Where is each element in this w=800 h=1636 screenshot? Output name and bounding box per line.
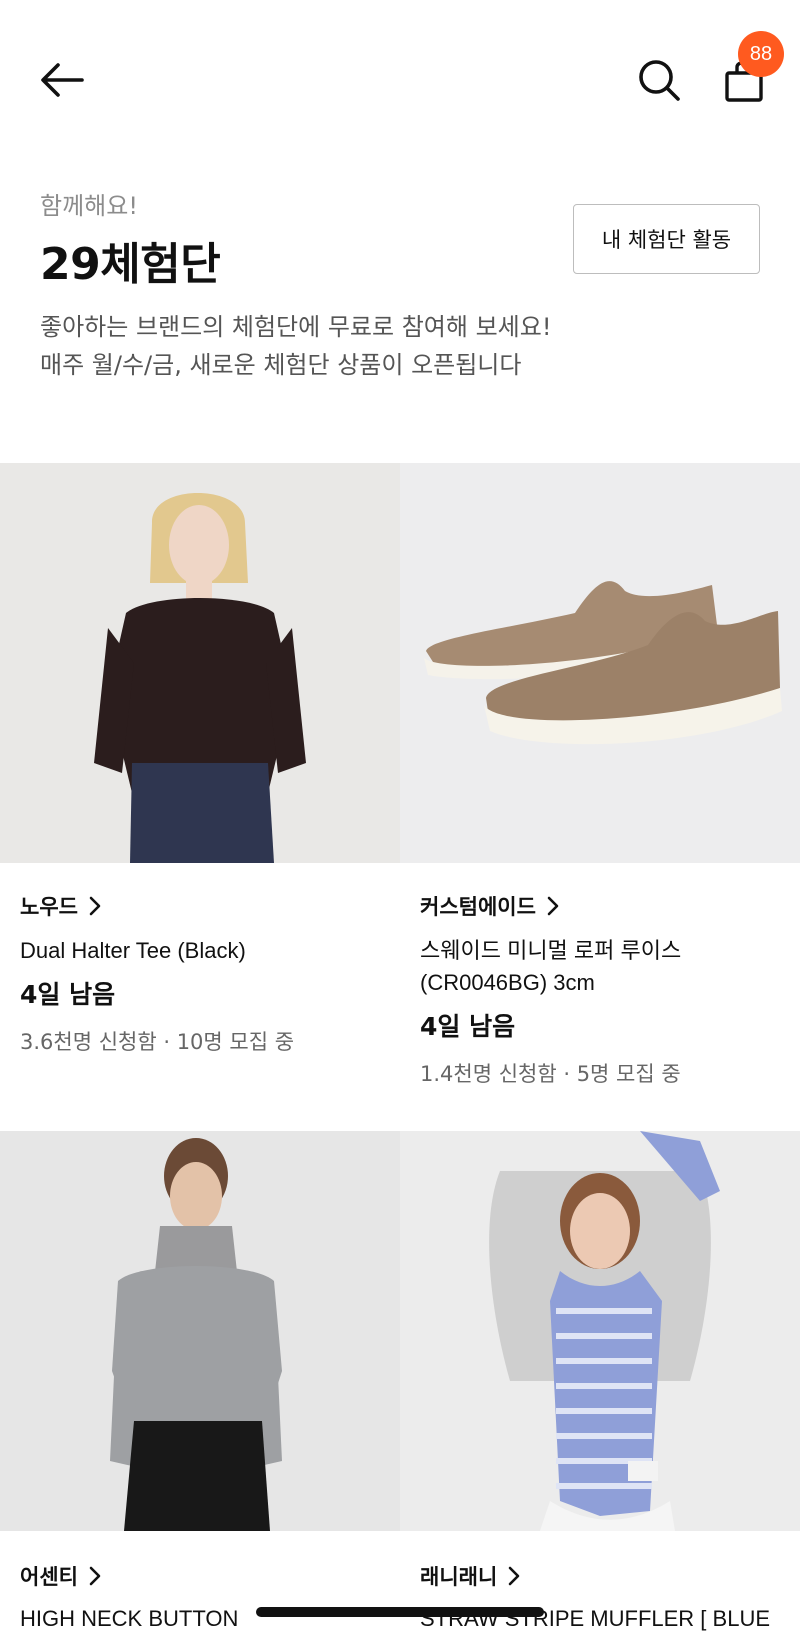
page-title: 29체험단 <box>40 239 221 290</box>
brand-link[interactable]: 커스텀에이드 <box>420 891 560 921</box>
chevron-right-icon <box>547 896 559 916</box>
back-button[interactable] <box>34 52 90 108</box>
eyebrow-text: 함께해요! <box>40 192 138 220</box>
days-left: 4일 남음 <box>20 980 116 1009</box>
applicant-count: 1.4천명 신청함 · 5명 모집 중 <box>420 1062 681 1086</box>
product-name-line-2: (CR0046BG) 3cm <box>420 970 595 995</box>
product-card[interactable]: 어센티 HIGH NECK BUTTON <box>0 1131 400 1636</box>
product-image[interactable] <box>0 1131 400 1531</box>
my-activity-button[interactable]: 내 체험단 활동 <box>573 204 760 274</box>
page: 88 함께해요! 29체험단 내 체험단 활동 좋아하는 브랜드의 체험단에 무… <box>0 0 800 1636</box>
product-name: Dual Halter Tee (Black) <box>20 938 246 963</box>
description-line-1: 좋아하는 브랜드의 체험단에 무료로 참여해 보세요! <box>40 313 552 341</box>
days-left: 4일 남음 <box>420 1012 516 1041</box>
search-icon <box>639 60 680 101</box>
brand-link[interactable]: 노우드 <box>20 891 102 921</box>
brand-name: 래니래니 <box>420 1565 498 1589</box>
product-card[interactable]: 노우드 Dual Halter Tee (Black) 4일 남음 3.6천명 … <box>0 463 400 1131</box>
product-name-line-1: 스웨이드 미니멀 로퍼 루이스 <box>420 938 682 963</box>
brand-name: 노우드 <box>20 895 78 919</box>
chevron-right-icon <box>89 1566 101 1586</box>
search-button[interactable] <box>634 52 684 108</box>
brand-link[interactable]: 래니래니 <box>420 1561 521 1591</box>
product-name: 스웨이드 미니멀 로퍼 루이스 (CR0046BG) 3cm <box>420 935 790 999</box>
product-card[interactable]: 커스텀에이드 스웨이드 미니멀 로퍼 루이스 (CR0046BG) 3cm 4일… <box>400 463 800 1131</box>
brand-name: 커스텀에이드 <box>420 895 536 919</box>
chevron-right-icon <box>508 1566 520 1586</box>
home-indicator[interactable] <box>256 1607 544 1617</box>
top-bar: 88 <box>0 0 800 160</box>
product-card[interactable]: 래니래니 STRAW STRIPE MUFFLER [ BLUE <box>400 1131 800 1636</box>
product-image[interactable] <box>400 1131 800 1531</box>
brand-name: 어센티 <box>20 1565 78 1589</box>
brand-link[interactable]: 어센티 <box>20 1561 102 1591</box>
applicant-count: 3.6천명 신청함 · 10명 모집 중 <box>20 1030 295 1054</box>
chevron-right-icon <box>89 896 101 916</box>
cart-count-badge: 88 <box>738 31 784 77</box>
description-line-2: 매주 월/수/금, 새로운 체험단 상품이 오픈됩니다 <box>40 351 522 379</box>
product-image[interactable] <box>400 463 800 863</box>
arrow-left-icon <box>41 63 84 97</box>
page-description: 좋아하는 브랜드의 체험단에 무료로 참여해 보세요! 매주 월/수/금, 새로… <box>40 308 551 384</box>
product-image[interactable] <box>0 463 400 863</box>
